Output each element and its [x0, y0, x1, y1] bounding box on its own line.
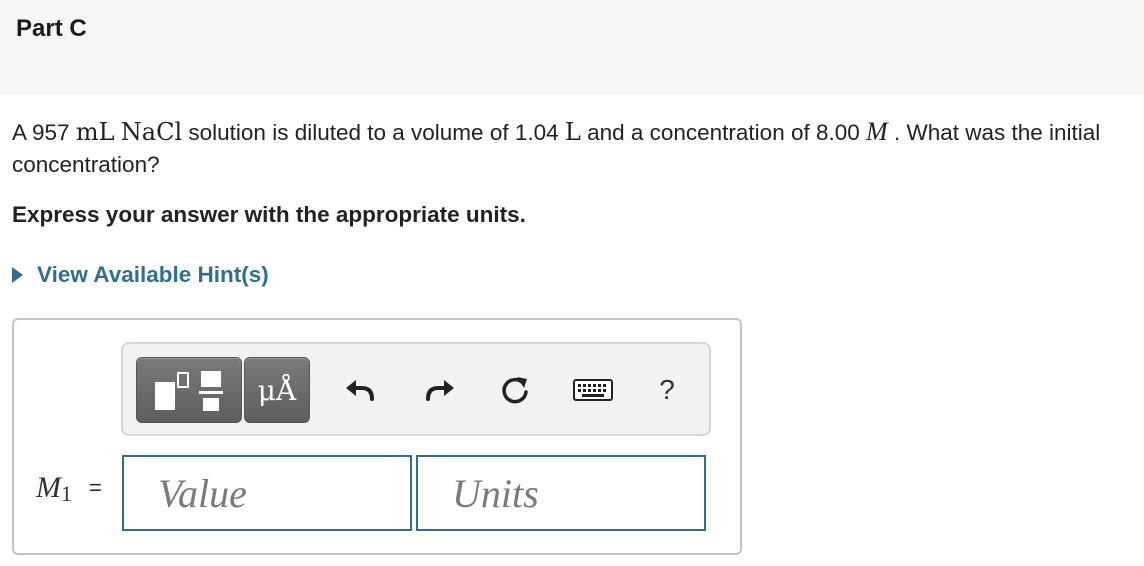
keyboard-icon	[573, 379, 613, 401]
variable-subscript: 1	[61, 481, 72, 506]
templates-button[interactable]	[136, 357, 242, 423]
units-field-wrapper	[416, 455, 706, 531]
equals-sign: =	[89, 475, 102, 500]
triangle-right-icon	[12, 267, 23, 283]
part-header: Part C	[0, 0, 1144, 95]
compound-nacl: NaCl	[120, 118, 183, 146]
unit-m: M	[866, 117, 888, 146]
value-field-wrapper	[122, 455, 412, 531]
instruction-text: Express your answer with the appropriate…	[12, 202, 526, 227]
units-input[interactable]	[418, 457, 704, 529]
question-text-3: and a concentration of 8.00	[580, 120, 867, 145]
reset-icon	[502, 377, 528, 404]
units-button[interactable]: μÅ	[244, 357, 310, 423]
undo-button[interactable]	[341, 370, 381, 410]
keyboard-button[interactable]	[571, 370, 615, 410]
variable-label: M1	[36, 471, 72, 506]
math-toolbar: μÅ ?	[121, 342, 711, 436]
reset-button[interactable]	[495, 370, 535, 410]
question-text-2: solution is diluted to a volume of 1.04	[182, 120, 565, 145]
help-button[interactable]: ?	[647, 370, 687, 410]
question-text: A 957 mL NaCl solution is diluted to a v…	[12, 116, 1132, 181]
question-text-1: A 957	[12, 120, 76, 145]
units-icon: μÅ	[257, 373, 297, 407]
redo-button[interactable]	[419, 370, 459, 410]
part-title: Part C	[16, 15, 87, 42]
undo-icon	[346, 380, 374, 401]
templates-icon	[155, 371, 223, 411]
hint-label: View Available Hint(s)	[37, 262, 269, 287]
answer-box: μÅ ? M1 = Value Units	[12, 318, 742, 555]
unit-l: L	[564, 118, 581, 146]
view-hints-toggle[interactable]: View Available Hint(s)	[12, 262, 269, 288]
value-input[interactable]	[124, 457, 410, 529]
help-icon: ?	[659, 374, 675, 405]
redo-icon	[426, 380, 454, 401]
variable-symbol: M	[36, 471, 61, 504]
unit-ml: mL	[75, 118, 115, 146]
